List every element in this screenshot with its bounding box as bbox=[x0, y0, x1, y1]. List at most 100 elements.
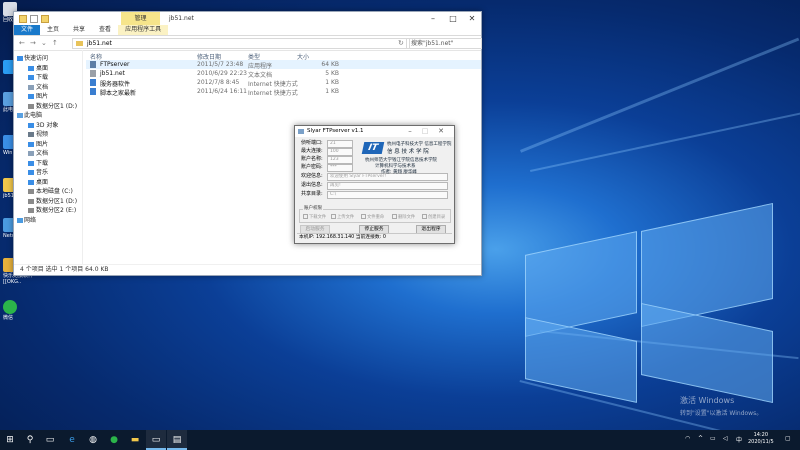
folder-icon bbox=[28, 198, 34, 204]
nav-item[interactable]: 3D 对象 bbox=[14, 121, 82, 131]
navigation-pane[interactable]: 快速访问 桌面 下载 文档 图片 数据分区1 (D:) 此电脑 3D 对象 视频 图片 文档 下载 音乐… bbox=[14, 50, 83, 265]
maximize-button[interactable]: □ bbox=[419, 126, 431, 137]
nav-item[interactable]: 桌面 bbox=[14, 64, 82, 74]
ftp-window-title: Slyar FTPserver v1.1 bbox=[307, 128, 364, 134]
close-button[interactable]: ✕ bbox=[463, 12, 481, 25]
minimize-button[interactable]: – bbox=[404, 126, 416, 137]
watermark-title: 激活 Windows bbox=[680, 396, 735, 405]
nav-item[interactable]: 视频 bbox=[14, 130, 82, 140]
ftp-titlebar[interactable]: Slyar FTPserver v1.1 – □ ✕ bbox=[295, 126, 454, 137]
folder-icon bbox=[28, 170, 34, 175]
monitor-tray-icon[interactable]: ▭ bbox=[710, 435, 716, 442]
edge-icon[interactable]: e bbox=[62, 430, 82, 450]
file-date: 2010/6/29 22:23 bbox=[197, 70, 247, 77]
window-title: jb51.net bbox=[169, 15, 194, 22]
file-row[interactable]: FTPserver 2011/5/7 23:48 应用程序 64 KB bbox=[86, 60, 481, 70]
nav-item[interactable]: 文档 bbox=[14, 149, 82, 159]
nav-item[interactable]: 下载 bbox=[14, 159, 82, 169]
properties-icon[interactable] bbox=[30, 15, 38, 23]
ftp-field-input[interactable]: 再见! bbox=[327, 182, 448, 190]
taskbar: ⊞ ⚲ ▭ e ◍ ● ▬ ▭ ▤ ◠ ^ ▭ ◁ 中 14:20 2020/1… bbox=[0, 430, 800, 450]
file-explorer-icon[interactable]: ▬ bbox=[125, 430, 145, 450]
nav-item[interactable]: 桌面 bbox=[14, 178, 82, 188]
forward-arrow-icon[interactable]: → bbox=[30, 39, 36, 47]
network-tray-icon[interactable]: ◠ bbox=[685, 435, 690, 442]
search-input[interactable]: 搜索"jb51.net" bbox=[406, 38, 482, 49]
ftp-field-input[interactable]: C:\ bbox=[327, 191, 448, 199]
ftp-field-input[interactable]: 123 bbox=[327, 156, 353, 164]
checkbox-download[interactable]: 下载文件 bbox=[303, 214, 326, 220]
nav-item-label: 文档 bbox=[36, 83, 49, 91]
status-bar: 4 个项目 选中 1 个项目 64.0 KB bbox=[14, 264, 481, 275]
tab-file[interactable]: 文件 bbox=[14, 25, 41, 35]
minimize-button[interactable]: – bbox=[424, 12, 442, 25]
nav-item[interactable]: 文档 bbox=[14, 83, 82, 93]
nav-item-label: 视频 bbox=[36, 131, 49, 138]
ime-indicator[interactable]: 中 bbox=[736, 435, 742, 444]
refresh-icon[interactable]: ↻ bbox=[398, 39, 404, 47]
context-tab-manage[interactable]: 管理 bbox=[121, 12, 160, 25]
back-arrow-icon[interactable]: ← bbox=[19, 39, 25, 47]
tab-view[interactable]: 查看 bbox=[92, 25, 118, 35]
permissions-group: 账户权限 下载文件 上传文件 文件重命 删除文件 创建目录 bbox=[299, 205, 451, 223]
file-row[interactable]: 服务器软件 2012/7/8 8:45 Internet 快捷方式 1 KB bbox=[86, 78, 481, 88]
chevron-up-icon[interactable]: ^ bbox=[698, 435, 703, 442]
checkbox-rename[interactable]: 文件重命 bbox=[361, 214, 384, 220]
ftp-server-window[interactable]: Slyar FTPserver v1.1 – □ ✕ 侦听端口: 21 最大连接: 1… bbox=[294, 125, 455, 244]
explorer-titlebar[interactable]: 管理 jb51.net – □ ✕ bbox=[14, 12, 481, 25]
ftp-field-input[interactable]: *** bbox=[327, 164, 353, 172]
ftp-server-taskbar-icon[interactable]: ▤ bbox=[167, 430, 187, 450]
file-row[interactable]: 脚本之家最新 2011/6/24 16:11 Internet 快捷方式 1 KB bbox=[86, 87, 481, 97]
logo-line: 作者: 黄翔 廖华峰 bbox=[381, 170, 417, 175]
nav-item[interactable]: 本地磁盘 (C:) bbox=[14, 187, 82, 197]
nav-item[interactable]: 数据分区1 (D:) bbox=[14, 102, 82, 112]
nav-item[interactable]: 音乐 bbox=[14, 168, 82, 178]
ftp-field-input[interactable]: 100 bbox=[327, 148, 353, 156]
checkbox-delete[interactable]: 删除文件 bbox=[392, 214, 415, 220]
folder-icon bbox=[17, 56, 23, 61]
address-bar[interactable]: jb51.net bbox=[72, 38, 410, 49]
search-icon[interactable]: ⚲ bbox=[20, 430, 40, 450]
nav-item-label: 数据分区2 (E:) bbox=[36, 207, 77, 214]
nav-item[interactable]: 图片 bbox=[14, 140, 82, 150]
folder-icon[interactable] bbox=[19, 15, 27, 23]
close-button[interactable]: ✕ bbox=[435, 126, 447, 137]
tab-home[interactable]: 主页 bbox=[40, 25, 66, 35]
wechat-icon[interactable]: ● bbox=[104, 430, 124, 450]
checkbox-upload[interactable]: 上传文件 bbox=[331, 214, 354, 220]
nav-item-label: 此电脑 bbox=[24, 112, 43, 119]
folder-icon bbox=[17, 217, 23, 223]
chevron-down-icon[interactable]: ⌄ bbox=[41, 39, 47, 47]
nav-item[interactable]: 数据分区2 (E:) bbox=[14, 206, 82, 216]
nav-item[interactable]: 下载 bbox=[14, 73, 82, 83]
up-arrow-icon[interactable]: ↑ bbox=[52, 39, 58, 47]
task-view-icon[interactable]: ▭ bbox=[40, 430, 60, 450]
explorer-window-taskbar-icon[interactable]: ▭ bbox=[146, 430, 166, 450]
nav-item[interactable]: 此电脑 bbox=[14, 111, 82, 121]
nav-item-label: 本地磁盘 (C:) bbox=[36, 188, 73, 195]
nav-item[interactable]: 快速访问 bbox=[14, 54, 82, 64]
tab-application-tools[interactable]: 应用程序工具 bbox=[118, 25, 169, 35]
volume-icon[interactable]: ◁ bbox=[723, 435, 728, 442]
notification-icon[interactable]: ▢ bbox=[785, 435, 791, 442]
nav-item[interactable]: 数据分区1 (D:) bbox=[14, 197, 82, 207]
file-size: 5 KB bbox=[325, 70, 339, 77]
wechat-taskbar-icon[interactable]: ◍ bbox=[83, 430, 103, 450]
nav-item[interactable]: 图片 bbox=[14, 92, 82, 102]
ftp-field-input[interactable]: 21 bbox=[327, 140, 353, 148]
file-size: 1 KB bbox=[325, 88, 339, 95]
clock[interactable]: 14:20 2020/11/5 bbox=[748, 432, 774, 446]
file-size: 64 KB bbox=[321, 61, 339, 68]
new-folder-icon[interactable] bbox=[41, 15, 49, 23]
ftp-field-label: 侦听端口: bbox=[301, 140, 323, 146]
nav-item-label: 3D 对象 bbox=[36, 121, 59, 129]
clock-time: 14:20 bbox=[753, 432, 769, 438]
maximize-button[interactable]: □ bbox=[444, 12, 462, 25]
file-row[interactable]: jb51.net 2010/6/29 22:23 文本文档 5 KB bbox=[86, 69, 481, 79]
logo-line: 信 息 技 术 学 院 bbox=[387, 149, 429, 155]
start-button[interactable]: ⊞ bbox=[0, 430, 20, 450]
nav-item[interactable]: 网络 bbox=[14, 216, 82, 226]
desktop-icon-wechat[interactable]: 微信 bbox=[3, 300, 25, 321]
tab-share[interactable]: 共享 bbox=[66, 25, 92, 35]
checkbox-mkdir[interactable]: 创建目录 bbox=[422, 214, 445, 220]
